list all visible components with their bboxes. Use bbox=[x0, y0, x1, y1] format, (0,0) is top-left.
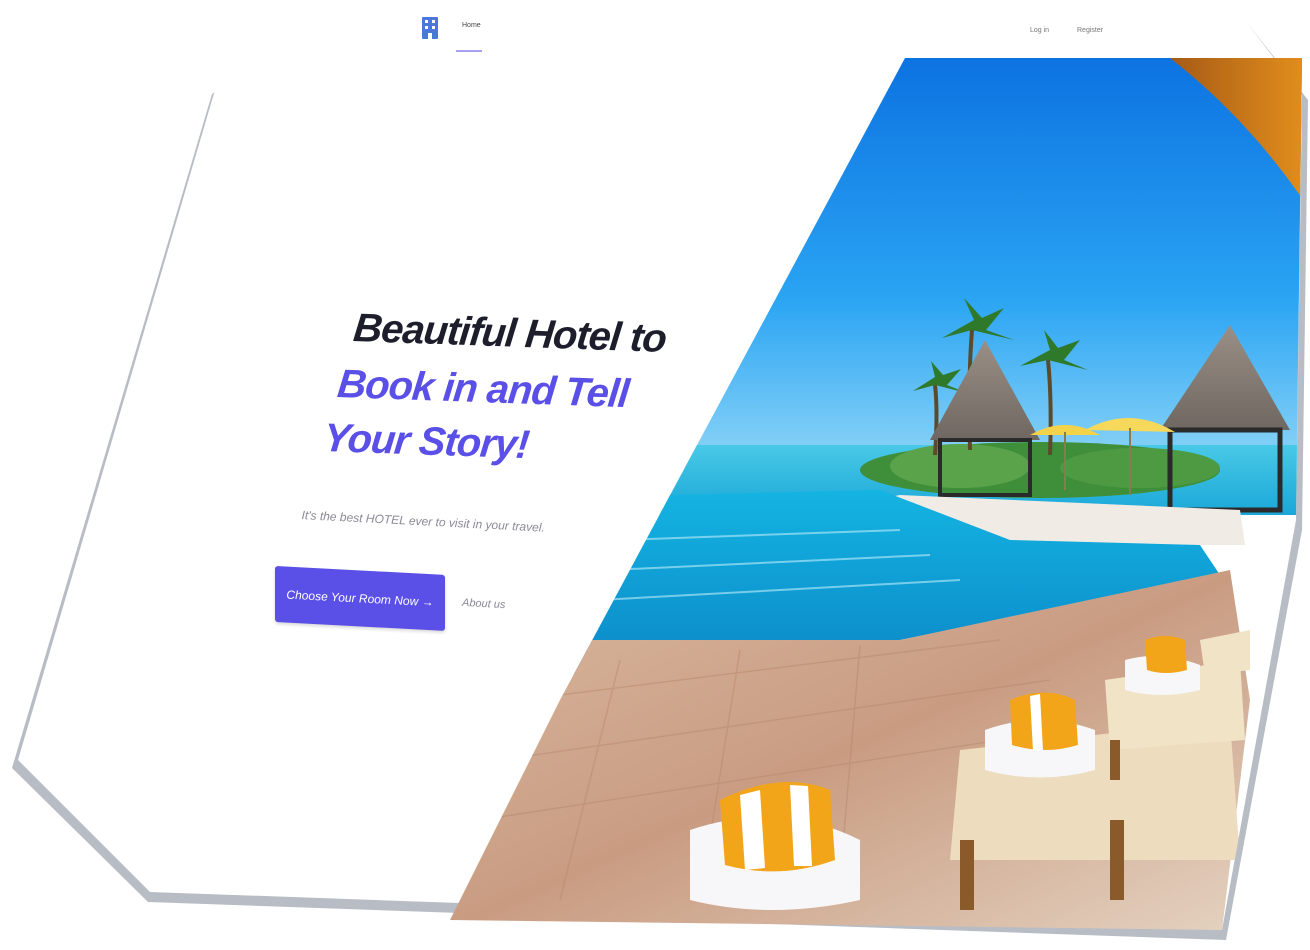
choose-room-button[interactable]: Choose Your Room Now → bbox=[275, 566, 445, 631]
nav-register-link[interactable]: Register bbox=[1077, 27, 1103, 34]
nav-home-link[interactable]: Home bbox=[462, 22, 481, 29]
nav-active-indicator bbox=[456, 50, 482, 52]
hotel-building-icon[interactable] bbox=[420, 15, 440, 41]
hero-headline-line-3: Your Story! bbox=[321, 416, 531, 468]
nav-login-link[interactable]: Log in bbox=[1030, 27, 1049, 34]
screenshot-stage: Home Log in Register Beautiful Hotel to … bbox=[0, 0, 1310, 950]
about-us-link[interactable]: About us bbox=[462, 597, 506, 611]
